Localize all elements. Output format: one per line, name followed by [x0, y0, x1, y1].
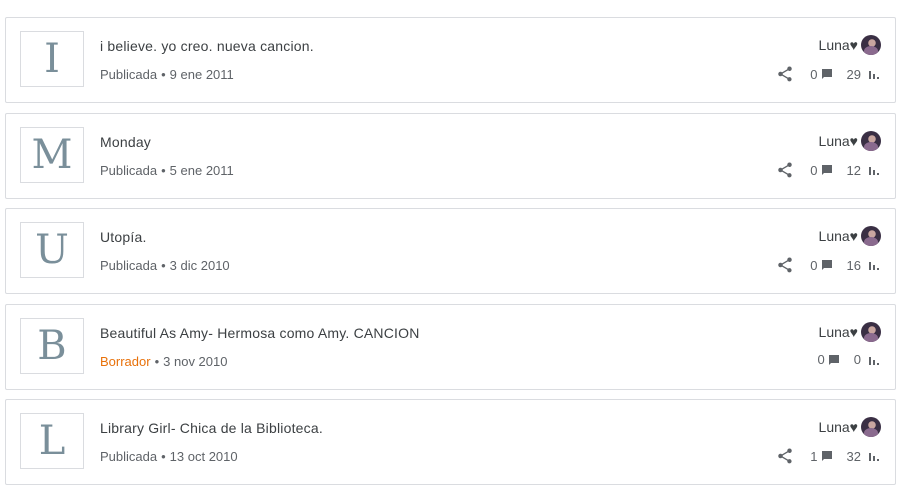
post-title[interactable]: Beautiful As Amy- Hermosa como Amy. CANC…	[100, 325, 420, 341]
post-date: 5 ene 2011	[169, 163, 234, 178]
post-meta: Publicada • 13 oct 2010	[100, 449, 238, 464]
post-title[interactable]: i believe. yo creo. nueva cancion.	[100, 38, 314, 54]
post-author: Luna♥	[819, 226, 881, 246]
avatar	[861, 226, 881, 246]
post-title[interactable]: Library Girl- Chica de la Biblioteca.	[100, 420, 323, 436]
post-list: I i believe. yo creo. nueva cancion. Pub…	[0, 0, 902, 491]
post-meta: Borrador • 3 nov 2010	[100, 354, 227, 369]
meta-separator: •	[161, 258, 166, 273]
meta-separator: •	[161, 449, 166, 464]
comment-count: 1	[810, 448, 818, 464]
view-count: 12	[846, 162, 861, 178]
post-row[interactable]: B Beautiful As Amy- Hermosa como Amy. CA…	[5, 304, 896, 390]
author-name: Luna♥	[818, 37, 858, 53]
comment-count: 0	[810, 257, 818, 273]
view-count: 0	[853, 352, 861, 367]
avatar	[861, 35, 881, 55]
post-status: Borrador	[100, 354, 151, 369]
comment-count: 0	[810, 162, 818, 178]
meta-separator: •	[161, 67, 166, 82]
post-thumbnail[interactable]: M	[20, 127, 84, 183]
post-meta: Publicada • 9 ene 2011	[100, 67, 234, 82]
post-thumbnail[interactable]: L	[20, 413, 84, 469]
meta-separator: •	[154, 354, 160, 369]
post-stats: 1 32	[776, 447, 879, 465]
post-date: 3 dic 2010	[169, 258, 230, 273]
post-status: Publicada	[100, 258, 158, 273]
stats-bars-icon	[869, 262, 879, 270]
comment-count: 0	[817, 352, 825, 367]
view-count: 32	[846, 448, 861, 464]
post-date: 13 oct 2010	[169, 449, 238, 464]
share-icon[interactable]	[776, 65, 794, 83]
post-author: Luna♥	[819, 35, 881, 55]
post-stats: 0 0	[818, 352, 879, 367]
post-stats: 0 29	[776, 65, 879, 83]
comment-icon	[821, 165, 832, 175]
share-icon[interactable]	[776, 447, 794, 465]
avatar	[861, 417, 881, 437]
stats-bars-icon	[869, 167, 879, 175]
post-status: Publicada	[100, 67, 158, 82]
meta-separator: •	[161, 163, 166, 178]
post-status: Publicada	[100, 163, 158, 178]
post-author: Luna♥	[819, 417, 881, 437]
stats-bars-icon	[869, 453, 879, 461]
avatar	[861, 131, 881, 151]
view-count: 16	[846, 257, 861, 273]
post-stats: 0 16	[776, 256, 879, 274]
post-thumbnail[interactable]: B	[20, 318, 84, 374]
avatar	[861, 322, 881, 342]
comment-icon	[821, 451, 832, 461]
author-name: Luna♥	[818, 419, 858, 435]
post-author: Luna♥	[819, 322, 881, 342]
stats-bars-icon	[869, 356, 879, 365]
author-name: Luna♥	[818, 228, 858, 244]
stats-bars-icon	[869, 71, 879, 79]
post-status: Publicada	[100, 449, 158, 464]
post-date: 9 ene 2011	[169, 67, 234, 82]
post-date: 3 nov 2010	[163, 354, 228, 369]
post-author: Luna♥	[819, 131, 881, 151]
share-icon[interactable]	[776, 256, 794, 274]
author-name: Luna♥	[818, 324, 858, 340]
post-title[interactable]: Monday	[100, 134, 151, 150]
post-thumbnail[interactable]: I	[20, 31, 84, 87]
post-stats: 0 12	[776, 161, 879, 179]
post-row[interactable]: I i believe. yo creo. nueva cancion. Pub…	[5, 17, 896, 103]
author-name: Luna♥	[818, 133, 858, 149]
post-row[interactable]: U Utopía. Publicada • 3 dic 2010 Luna♥ 0 1…	[5, 208, 896, 294]
comment-count: 0	[810, 66, 818, 82]
post-meta: Publicada • 5 ene 2011	[100, 163, 234, 178]
comment-icon	[821, 260, 832, 270]
post-row[interactable]: M Monday Publicada • 5 ene 2011 Luna♥ 0 12	[5, 113, 896, 199]
post-title[interactable]: Utopía.	[100, 229, 147, 245]
comment-icon	[821, 69, 832, 79]
share-icon[interactable]	[776, 161, 794, 179]
post-thumbnail[interactable]: U	[20, 222, 84, 278]
view-count: 29	[846, 66, 861, 82]
post-row[interactable]: L Library Girl- Chica de la Biblioteca. …	[5, 399, 896, 485]
comment-icon	[828, 354, 839, 365]
post-meta: Publicada • 3 dic 2010	[100, 258, 230, 273]
